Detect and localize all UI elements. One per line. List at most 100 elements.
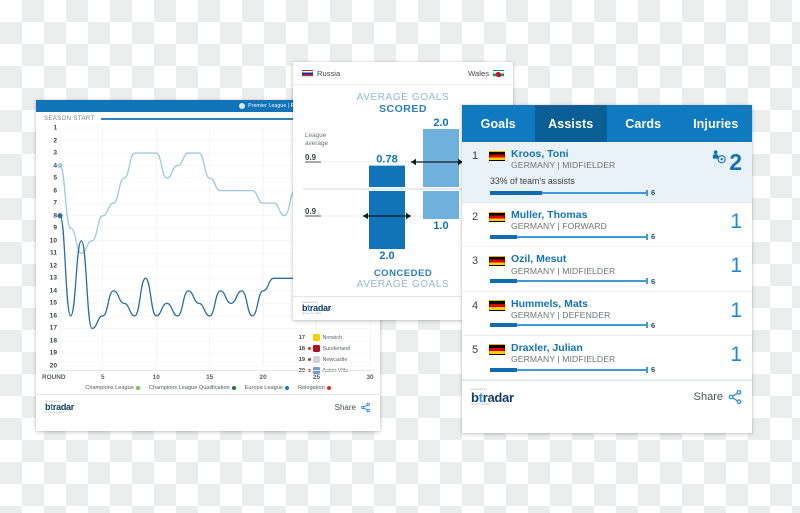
progress-fill — [490, 323, 517, 328]
legend-item: Champions League — [85, 385, 140, 391]
y-tick: 18 — [49, 337, 57, 345]
player-stat-count: 1 — [692, 253, 742, 285]
share-icon[interactable] — [727, 389, 743, 405]
away-team-name: Wales — [468, 69, 489, 78]
player-name[interactable]: Ozil, Mesut — [511, 253, 615, 265]
player-name[interactable]: Muller, Thomas — [511, 209, 607, 221]
stat-value: 1 — [730, 298, 742, 322]
player-stat-count: 1 — [692, 209, 742, 241]
share-icon[interactable] — [360, 402, 371, 413]
flag-germany-icon — [489, 211, 505, 223]
team-crest-icon — [313, 334, 320, 341]
player-row[interactable]: 4 Hummels, Mats GERMANY | DEFENDER 6 1 — [462, 292, 752, 336]
y-tick: 19 — [49, 349, 57, 357]
progress-max-label: 6 — [651, 320, 656, 330]
svg-text:average: average — [305, 140, 329, 147]
player-progress-bar — [490, 278, 648, 285]
flag-germany-icon — [489, 344, 505, 355]
svg-text:1.0: 1.0 — [433, 220, 448, 232]
table-row[interactable]: 17 Norwich — [296, 332, 374, 343]
y-tick: 6 — [53, 187, 57, 195]
y-tick: 11 — [50, 249, 57, 257]
progress-endcap — [646, 366, 648, 373]
player-name-line: Muller, Thomas GERMANY | FORWARD — [489, 209, 692, 232]
premier-league-icon — [239, 103, 246, 109]
player-stats-panel: Goals Assists Cards Injuries 1 Kroos, Toni GE… — [462, 105, 752, 433]
player-name-line: Draxler, Julian GERMANY | MIDFIELDER — [489, 342, 692, 365]
player-name-line: Kroos, Toni GERMANY | MIDFIELDER — [489, 148, 692, 171]
progress-max-label: 6 — [651, 276, 656, 286]
player-row[interactable]: 2 Muller, Thomas GERMANY | FORWARD 6 1 — [462, 203, 752, 248]
svg-text:0.78: 0.78 — [376, 154, 397, 166]
home-team: Russia — [302, 69, 340, 78]
player-row[interactable]: 5 Draxler, Julian GERMANY | MIDFIELDER 6 1 — [462, 336, 752, 381]
player-row[interactable]: 3 Ozil, Mesut GERMANY | MIDFIELDER 6 1 — [462, 247, 752, 292]
y-tick: 13 — [49, 274, 57, 282]
legend-color-dot — [326, 386, 331, 390]
player-progress-row: 6 — [490, 321, 692, 330]
flag-germany-icon — [489, 255, 505, 267]
away-team: Wales — [468, 69, 504, 78]
player-text: Muller, Thomas GERMANY | FORWARD — [511, 209, 607, 232]
player-name-line: Hummels, Mats GERMANY | DEFENDER — [489, 298, 692, 321]
legend-label: Champions League Qualification — [148, 385, 230, 391]
progress-fill — [490, 367, 517, 372]
betradar-logo: powered by btradar driven by data — [471, 388, 514, 406]
player-row[interactable]: 1 Kroos, Toni GERMANY | MIDFIELDER 33% of t… — [462, 142, 752, 204]
player-progress-bar — [490, 366, 648, 373]
tab-assists[interactable]: Assists — [534, 105, 607, 142]
flag-russia-icon — [302, 69, 313, 78]
player-rank: 3 — [472, 255, 479, 268]
player-stats-tabs: Goals Assists Cards Injuries — [462, 105, 752, 142]
screenshot-root: Premier League | Round 30 | SEASON STAND… — [0, 0, 800, 513]
progress-endcap — [646, 233, 648, 240]
season-start-label: SEASON START — [44, 116, 95, 122]
relegation-dot — [308, 336, 311, 339]
betradar-tagline: driven by data — [302, 312, 322, 316]
svg-text:2.0: 2.0 — [379, 250, 394, 262]
player-progress-bar — [490, 322, 648, 329]
assist-icon — [713, 150, 726, 164]
progress-endcap — [646, 189, 648, 196]
betradar-logo: powered by btradar driven by data — [302, 301, 331, 315]
tab-cards[interactable]: Cards — [607, 105, 680, 142]
svg-text:2.0: 2.0 — [433, 117, 448, 129]
tab-goals[interactable]: Goals — [462, 105, 535, 142]
y-tick: 7 — [53, 199, 57, 207]
player-meta: GERMANY | DEFENDER — [511, 309, 611, 320]
svg-text:0.9: 0.9 — [305, 153, 317, 162]
table-row[interactable]: 18 Sunderland — [296, 343, 374, 354]
player-info: Kroos, Toni GERMANY | MIDFIELDER 33% of te… — [489, 148, 692, 197]
team-position: 18 — [298, 345, 305, 352]
team-name: Sunderland — [322, 345, 351, 352]
player-share-text: 33% of team's assists — [490, 176, 575, 187]
player-name[interactable]: Draxler, Julian — [511, 342, 615, 354]
player-info: Muller, Thomas GERMANY | FORWARD 6 — [489, 209, 692, 241]
y-tick: 2 — [53, 137, 57, 145]
legend-color-dot — [231, 386, 236, 390]
relegation-dot — [307, 358, 311, 361]
tab-injuries[interactable]: Injuries — [680, 105, 753, 142]
player-text: Draxler, Julian GERMANY | MIDFIELDER — [511, 342, 615, 365]
share-control[interactable]: Share — [335, 402, 371, 413]
player-progress-row: 6 — [490, 365, 692, 374]
share-control[interactable]: Share — [694, 389, 743, 405]
x-axis-label: ROUND — [42, 374, 66, 381]
flag-wales-icon — [493, 69, 504, 78]
legend-label: Europa League — [244, 385, 283, 391]
progress-fill — [490, 234, 517, 239]
player-text: Kroos, Toni GERMANY | MIDFIELDER — [511, 148, 615, 171]
team-crest-icon — [313, 356, 320, 363]
progress-endcap — [646, 278, 648, 285]
table-row[interactable]: 19 Newcastle — [296, 354, 374, 365]
avg-goals-small-bottom: AVERAGE GOALS — [356, 279, 450, 290]
player-text: Ozil, Mesut GERMANY | MIDFIELDER — [511, 253, 615, 276]
player-name[interactable]: Hummels, Mats — [511, 298, 610, 310]
y-tick: 12 — [49, 262, 57, 270]
x-tick: 10 — [152, 374, 160, 381]
player-meta: GERMANY | FORWARD — [511, 221, 607, 232]
x-tick: 15 — [206, 374, 214, 381]
y-tick: 8 — [53, 212, 57, 220]
team-name: Newcastle — [322, 356, 348, 363]
player-name[interactable]: Kroos, Toni — [511, 148, 615, 160]
